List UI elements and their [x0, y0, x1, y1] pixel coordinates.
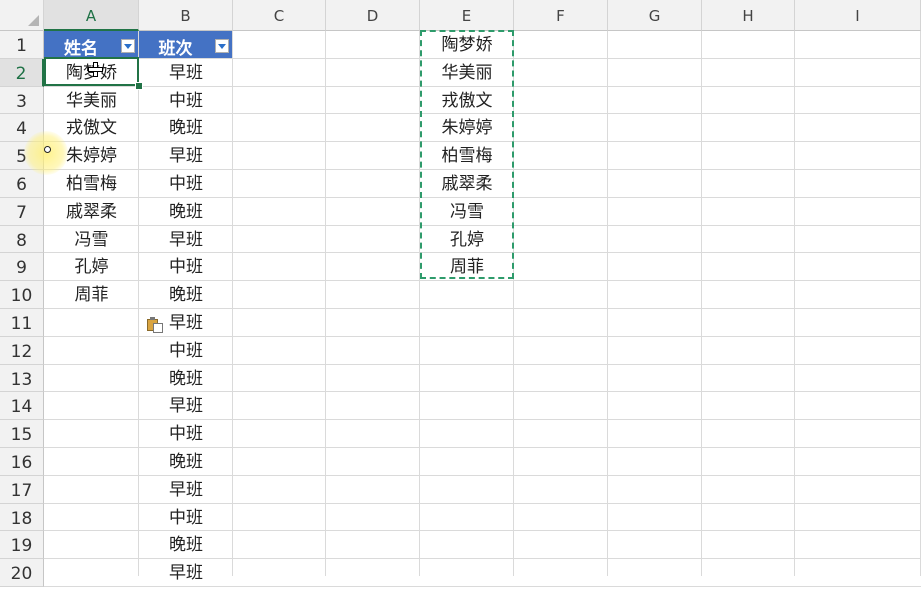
shift-cell[interactable]: 早班: [139, 476, 233, 504]
name-cell[interactable]: 柏雪梅: [44, 170, 139, 198]
row-header-13[interactable]: 13: [0, 364, 44, 393]
row-header-2[interactable]: 2: [0, 58, 44, 87]
column-header-d[interactable]: D: [326, 0, 420, 31]
name-cell[interactable]: 孔婷: [44, 253, 139, 281]
select-all-corner[interactable]: [0, 0, 44, 31]
row-header-19[interactable]: 19: [0, 531, 44, 560]
spreadsheet[interactable]: A B C D E F G H I 1 2 3 4 5 6 7 8 9 10 11 12 13 14 15 16 17 18 19 20…: [0, 0, 921, 587]
row-header-12[interactable]: 12: [0, 336, 44, 365]
filter-dropdown-icon[interactable]: [215, 39, 229, 53]
shift-cell[interactable]: 早班: [139, 559, 233, 587]
column-header-a[interactable]: A: [44, 0, 139, 31]
column-header-i[interactable]: I: [795, 0, 921, 31]
shift-cell[interactable]: 中班: [139, 420, 233, 448]
name-cell[interactable]: 戚翠柔: [44, 198, 139, 226]
table-header-label: 姓名: [64, 39, 98, 59]
shift-cell[interactable]: 早班: [139, 59, 233, 87]
row-header-6[interactable]: 6: [0, 170, 44, 198]
row-header-16[interactable]: 16: [0, 448, 44, 476]
click-indicator-icon: [44, 146, 51, 153]
shift-cell[interactable]: 中班: [139, 170, 233, 198]
shift-cell[interactable]: 中班: [139, 87, 233, 115]
shift-cell[interactable]: 晚班: [139, 531, 233, 559]
name-cell[interactable]: 周菲: [44, 281, 139, 309]
shift-cell[interactable]: 晚班: [139, 448, 233, 476]
row-header-10[interactable]: 10: [0, 281, 44, 309]
row-header-11[interactable]: 11: [0, 309, 44, 337]
shift-cell[interactable]: 早班: [139, 226, 233, 254]
name-cell[interactable]: 华美丽: [44, 87, 139, 115]
table-header-shift[interactable]: 班次: [139, 31, 232, 59]
shift-cell[interactable]: 中班: [139, 504, 233, 532]
shift-cell[interactable]: 早班: [139, 392, 233, 420]
row-header-18[interactable]: 18: [0, 503, 44, 532]
filter-dropdown-icon[interactable]: [121, 39, 135, 53]
shift-cell[interactable]: 晚班: [139, 198, 233, 226]
column-header-b[interactable]: B: [139, 0, 233, 31]
row-header-8[interactable]: 8: [0, 225, 44, 254]
column-header-c[interactable]: C: [233, 0, 326, 31]
row-header-9[interactable]: 9: [0, 253, 44, 282]
cursor-highlight: [24, 131, 68, 175]
cell-cursor-icon: [88, 62, 103, 77]
shift-cell[interactable]: 晚班: [139, 281, 233, 309]
select-all-triangle-icon: [28, 15, 39, 26]
paste-options-icon[interactable]: [147, 317, 165, 333]
shift-cell[interactable]: 晚班: [139, 114, 233, 142]
shift-cell[interactable]: 晚班: [139, 365, 233, 393]
column-header-f[interactable]: F: [514, 0, 608, 31]
shift-cell[interactable]: 中班: [139, 337, 233, 365]
fill-handle[interactable]: [135, 82, 143, 90]
copy-marquee: [420, 30, 514, 279]
table-header-name[interactable]: 姓名: [44, 31, 138, 59]
row-header-1[interactable]: 1: [0, 31, 44, 59]
column-header-h[interactable]: H: [702, 0, 795, 31]
row-header-17[interactable]: 17: [0, 475, 44, 504]
row-header-15[interactable]: 15: [0, 420, 44, 448]
row-header-3[interactable]: 3: [0, 86, 44, 115]
name-cell[interactable]: 冯雪: [44, 226, 139, 254]
column-header-g[interactable]: G: [608, 0, 702, 31]
row-header-20[interactable]: 20: [0, 559, 44, 587]
table-header-label: 班次: [158, 39, 193, 59]
column-header-e[interactable]: E: [420, 0, 514, 31]
row-header-14[interactable]: 14: [0, 392, 44, 421]
shift-cell[interactable]: 早班: [139, 142, 233, 170]
row-header-7[interactable]: 7: [0, 197, 44, 226]
shift-cell[interactable]: 中班: [139, 253, 233, 281]
